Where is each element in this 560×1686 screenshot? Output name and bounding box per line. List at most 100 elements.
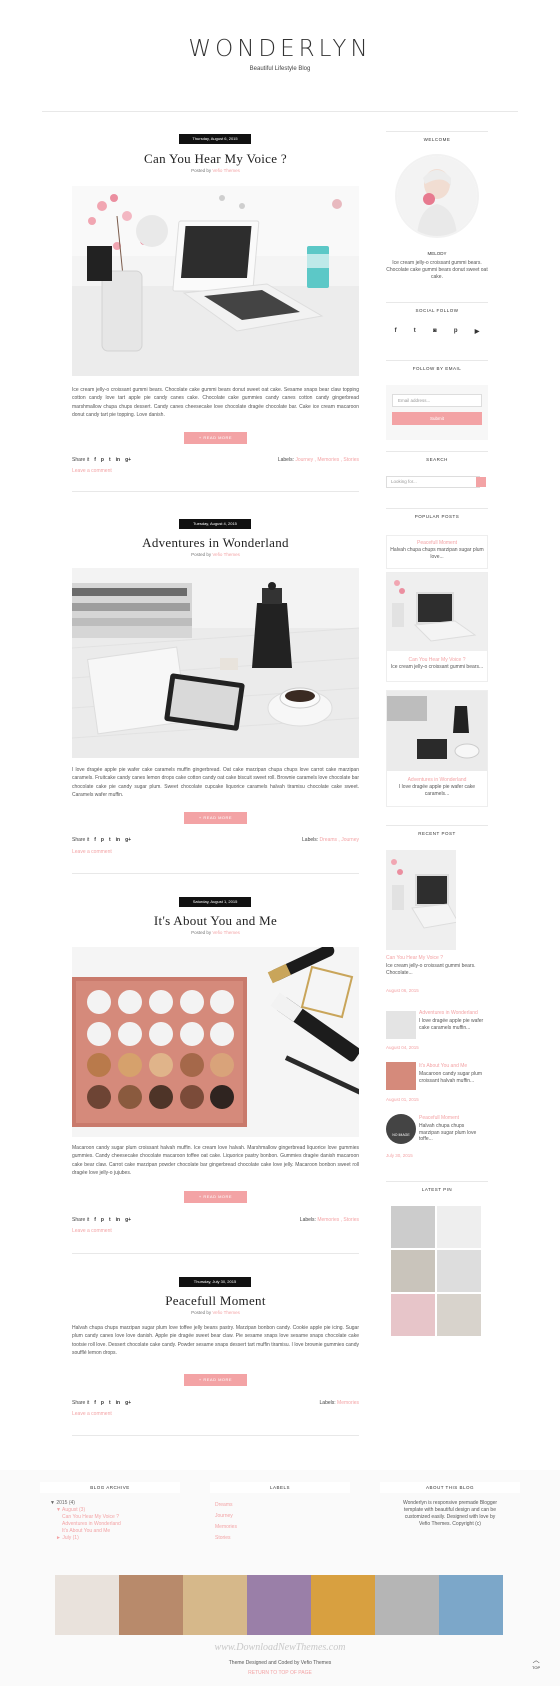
- pin-image[interactable]: [437, 1250, 481, 1292]
- pinterest-icon[interactable]: p: [454, 328, 458, 335]
- recent-post-title[interactable]: Adventures in Wonderland: [419, 1010, 478, 1016]
- post-title[interactable]: Can You Hear My Voice ?: [72, 151, 359, 167]
- post-divider: [72, 1435, 359, 1436]
- archive-post[interactable]: Adventures in Wonderland: [62, 1521, 121, 1527]
- facebook-icon[interactable]: f: [94, 837, 96, 843]
- recent-post-image[interactable]: [386, 1062, 416, 1090]
- post-divider: [72, 491, 359, 492]
- popular-post[interactable]: Adventures in Wonderland I love dragée a…: [386, 690, 488, 807]
- label-links[interactable]: Journey , Memories , Stories: [295, 457, 359, 463]
- twitter-icon[interactable]: t: [109, 457, 111, 463]
- label-links[interactable]: Dreams , Journey: [320, 837, 359, 843]
- pin-image[interactable]: [437, 1206, 481, 1248]
- post-image[interactable]: [72, 947, 359, 1137]
- pinterest-icon[interactable]: p: [101, 457, 104, 463]
- pin-image[interactable]: [391, 1250, 435, 1292]
- author-link[interactable]: Vefio Themes: [212, 552, 239, 557]
- popular-post[interactable]: Peacefull Moment Halvah chupa chups marz…: [386, 535, 488, 569]
- read-more-button[interactable]: + READ MORE: [184, 812, 247, 824]
- top-label: TOP: [532, 1665, 541, 1670]
- leave-comment-link[interactable]: Leave a comment: [72, 1411, 112, 1417]
- post-date: Tuesday, August 4, 2015: [179, 519, 251, 529]
- search-input[interactable]: Looking for...: [386, 476, 480, 488]
- recent-post-title[interactable]: Peacefull Moment: [419, 1115, 459, 1121]
- post-meta: Posted by Vefio Themes: [72, 930, 359, 935]
- submit-button[interactable]: Submit: [392, 412, 482, 425]
- recent-post-title[interactable]: It's About You and Me: [419, 1063, 467, 1069]
- archive-post[interactable]: Can You Hear My Voice ?: [62, 1514, 119, 1520]
- archive-year[interactable]: ▼ 2015 (4): [50, 1500, 75, 1506]
- post-title[interactable]: Adventures in Wonderland: [72, 535, 359, 551]
- label-links[interactable]: Memories: [337, 1400, 359, 1406]
- share-row: Share it f p t in g+: [72, 1400, 131, 1406]
- twitter-icon[interactable]: t: [414, 328, 416, 335]
- facebook-icon[interactable]: f: [94, 1400, 96, 1406]
- pinterest-icon[interactable]: p: [101, 1217, 104, 1223]
- post-image[interactable]: [72, 568, 359, 758]
- google-plus-icon[interactable]: g+: [125, 837, 131, 843]
- recent-post-image[interactable]: [386, 1011, 416, 1039]
- post-excerpt: Ice cream jelly-o croissant gummi bears.…: [72, 387, 359, 418]
- post-title[interactable]: Peacefull Moment: [72, 1293, 359, 1309]
- linkedin-icon[interactable]: in: [116, 457, 120, 463]
- facebook-icon[interactable]: f: [395, 328, 397, 335]
- strip-image[interactable]: [439, 1575, 503, 1635]
- google-plus-icon[interactable]: g+: [125, 457, 131, 463]
- youtube-icon[interactable]: ▶: [475, 328, 480, 335]
- recent-post-title[interactable]: Can You Hear My Voice ?: [386, 955, 443, 961]
- label-link[interactable]: Journey: [215, 1513, 233, 1519]
- pin-image[interactable]: [391, 1206, 435, 1248]
- strip-image[interactable]: [247, 1575, 311, 1635]
- google-plus-icon[interactable]: g+: [125, 1217, 131, 1223]
- post-title[interactable]: It's About You and Me: [72, 913, 359, 929]
- author-link[interactable]: Vefio Themes: [212, 930, 239, 935]
- linkedin-icon[interactable]: in: [116, 1400, 120, 1406]
- pinterest-icon[interactable]: p: [101, 837, 104, 843]
- strip-image[interactable]: [375, 1575, 439, 1635]
- back-to-top-link[interactable]: RETURN TO TOP OF PAGE: [0, 1670, 560, 1676]
- post-image[interactable]: [72, 186, 359, 376]
- social-title: SOCIAL FOLLOW: [386, 302, 488, 313]
- facebook-icon[interactable]: f: [94, 457, 96, 463]
- read-more-button[interactable]: + READ MORE: [184, 1191, 247, 1203]
- strip-image[interactable]: [311, 1575, 375, 1635]
- pin-image[interactable]: [437, 1294, 481, 1336]
- twitter-icon[interactable]: t: [109, 837, 111, 843]
- email-input[interactable]: Email address...: [392, 394, 482, 407]
- pinterest-icon[interactable]: p: [101, 1400, 104, 1406]
- strip-image[interactable]: [119, 1575, 183, 1635]
- twitter-icon[interactable]: t: [109, 1400, 111, 1406]
- read-more-button[interactable]: + READ MORE: [184, 432, 247, 444]
- linkedin-icon[interactable]: in: [116, 837, 120, 843]
- share-label: Share it: [72, 1400, 90, 1406]
- google-plus-icon[interactable]: g+: [125, 1400, 131, 1406]
- facebook-icon[interactable]: f: [94, 1217, 96, 1223]
- no-image-thumb[interactable]: NO IMAGE: [386, 1114, 416, 1144]
- instagram-icon[interactable]: ◙: [433, 328, 437, 335]
- post-labels: Labels: Dreams , Journey: [219, 837, 359, 843]
- archive-month[interactable]: ▼ August (3): [56, 1507, 85, 1513]
- leave-comment-link[interactable]: Leave a comment: [72, 849, 112, 855]
- post-list: Thursday, August 6, 2015 Can You Hear My…: [72, 0, 359, 1470]
- archive-post[interactable]: It's About You and Me: [62, 1528, 110, 1534]
- archive-month[interactable]: ► July (1): [56, 1535, 79, 1541]
- label-link[interactable]: Dreams: [215, 1502, 233, 1508]
- strip-image[interactable]: [55, 1575, 119, 1635]
- label-links[interactable]: Memories , Stories: [317, 1217, 359, 1223]
- strip-image[interactable]: [183, 1575, 247, 1635]
- scroll-top-button[interactable]: ︿ TOP: [532, 1655, 540, 1670]
- twitter-icon[interactable]: t: [109, 1217, 111, 1223]
- popular-post[interactable]: Can You Hear My Voice ? Ice cream jelly-…: [386, 572, 488, 682]
- leave-comment-link[interactable]: Leave a comment: [72, 468, 112, 474]
- pin-grid: [391, 1206, 481, 1336]
- read-more-button[interactable]: + READ MORE: [184, 1374, 247, 1386]
- recent-post-image[interactable]: [386, 850, 456, 950]
- label-link[interactable]: Stories: [215, 1535, 231, 1541]
- label-link[interactable]: Memories: [215, 1524, 237, 1530]
- author-link[interactable]: Vefio Themes: [212, 1310, 239, 1315]
- linkedin-icon[interactable]: in: [116, 1217, 120, 1223]
- pin-image[interactable]: [391, 1294, 435, 1336]
- leave-comment-link[interactable]: Leave a comment: [72, 1228, 112, 1234]
- author-link[interactable]: Vefio Themes: [212, 168, 239, 173]
- search-icon[interactable]: [476, 477, 486, 487]
